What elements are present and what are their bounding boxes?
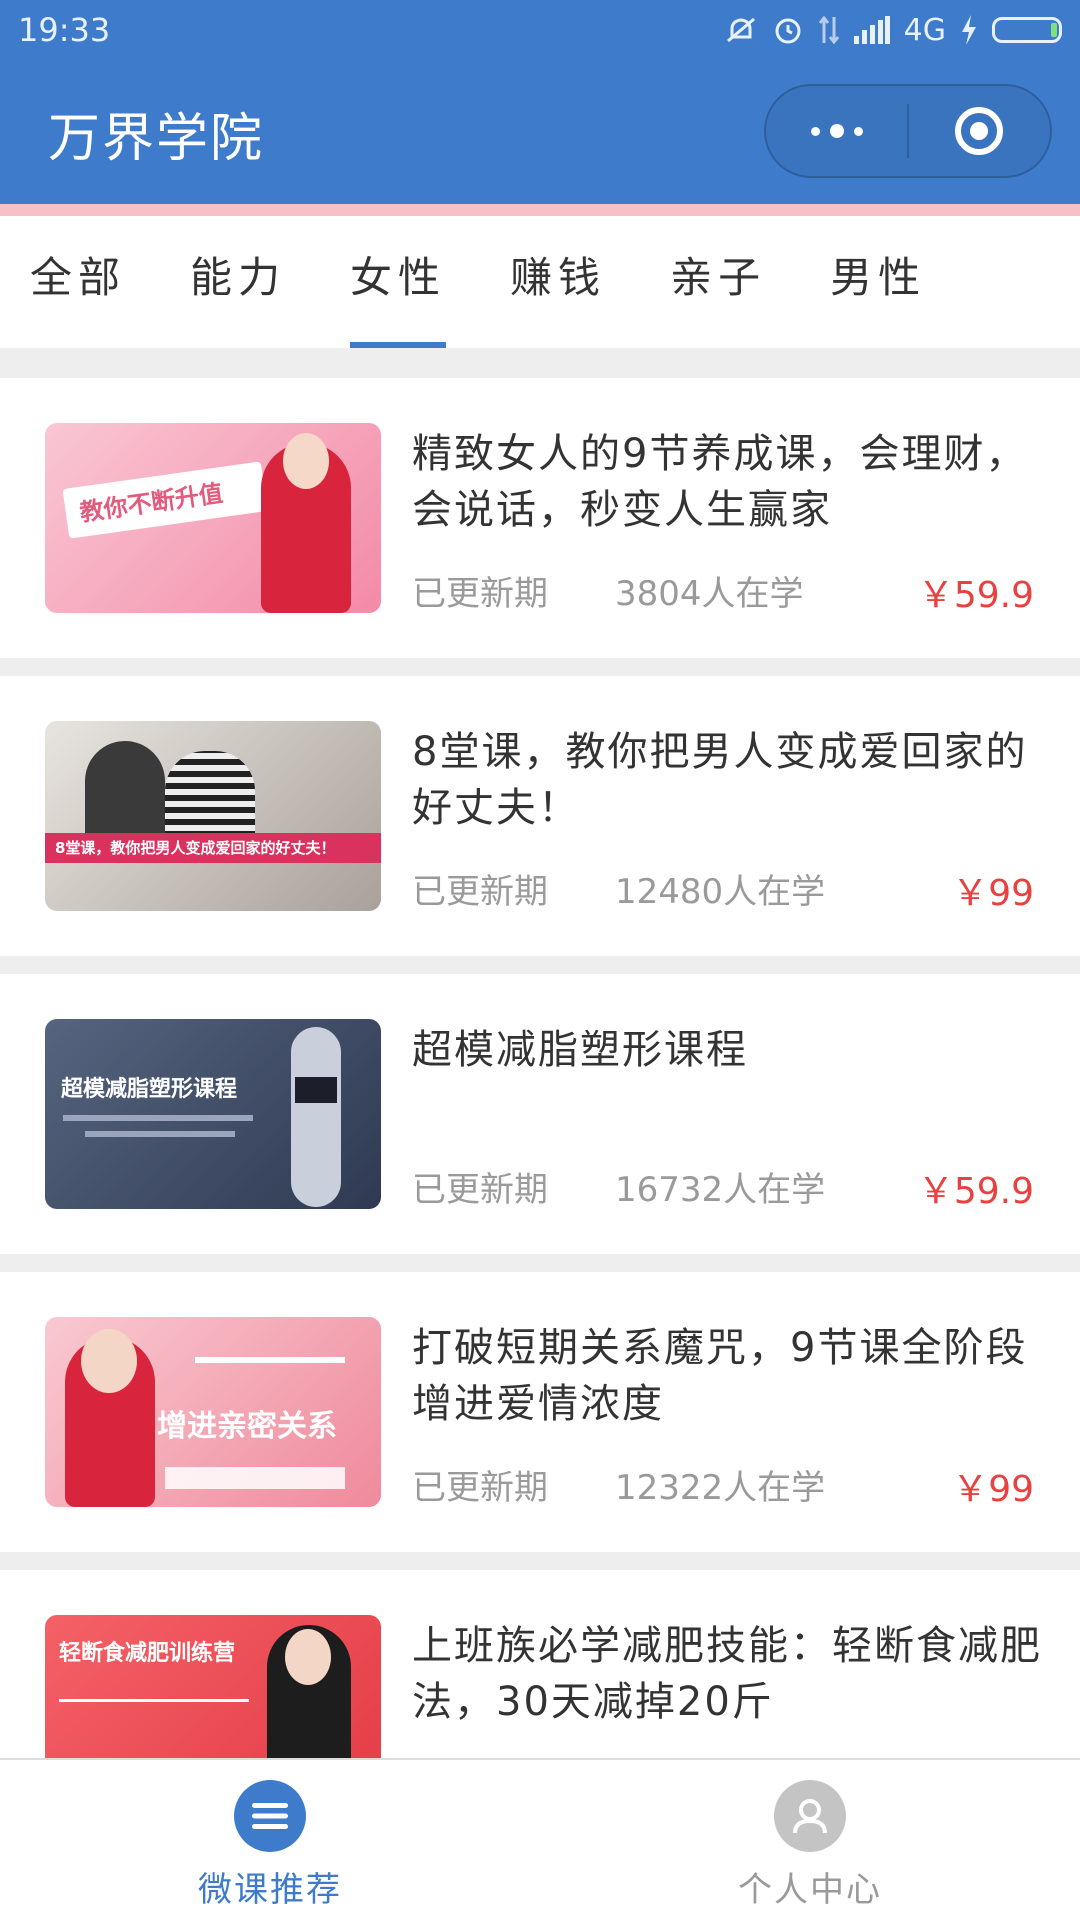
title-bar: 万界学院 bbox=[0, 60, 1080, 204]
nav-label: 微课推荐 bbox=[198, 1870, 342, 1910]
target-circle-icon bbox=[955, 107, 1004, 155]
course-list: 教你不断升值 精致女人的9节养成课，会理财，会说话，秒变人生赢家 已更新期 38… bbox=[0, 378, 1080, 1868]
app-title: 万界学院 bbox=[48, 109, 265, 169]
learner-count: 12480人在学 bbox=[615, 872, 826, 912]
learner-count: 12322人在学 bbox=[615, 1468, 826, 1508]
course-thumbnail: 8堂课，教你把男人变成爱回家的好丈夫！ bbox=[45, 721, 381, 911]
course-thumbnail: 超模减脂塑形课程 bbox=[45, 1019, 381, 1209]
update-status: 已更新期 bbox=[412, 1468, 548, 1508]
learner-count: 3804人在学 bbox=[615, 574, 804, 614]
tab-men[interactable]: 男性 bbox=[830, 216, 926, 348]
status-bar: 19:33 4G bbox=[0, 0, 1080, 60]
course-card[interactable]: 教你不断升值 精致女人的9节养成课，会理财，会说话，秒变人生赢家 已更新期 38… bbox=[0, 378, 1080, 658]
course-price: ￥99 bbox=[952, 1469, 1034, 1510]
status-time: 19:33 bbox=[18, 11, 111, 49]
status-icons: 4G bbox=[724, 13, 1062, 48]
bottom-nav: 微课推荐 个人中心 bbox=[0, 1758, 1080, 1920]
nav-profile[interactable]: 个人中心 bbox=[540, 1760, 1080, 1920]
battery-icon bbox=[992, 17, 1062, 43]
course-price: ￥59.9 bbox=[917, 575, 1034, 616]
nav-label: 个人中心 bbox=[738, 1870, 882, 1910]
course-title: 8堂课，教你把男人变成爱回家的好丈夫！ bbox=[412, 729, 1028, 831]
more-dots-icon bbox=[810, 124, 863, 138]
course-price: ￥99 bbox=[952, 873, 1034, 914]
category-tabs: 全部 能力 女性 赚钱 亲子 男性 bbox=[0, 216, 1080, 348]
course-price: ￥59.9 bbox=[917, 1171, 1034, 1212]
course-title: 超模减脂塑形课程 bbox=[412, 1027, 748, 1073]
banner-strip bbox=[0, 204, 1080, 216]
more-button[interactable] bbox=[766, 86, 907, 176]
tab-ability[interactable]: 能力 bbox=[190, 216, 286, 348]
course-title: 上班族必学减肥技能：轻断食减肥法，30天减掉20斤 bbox=[412, 1623, 1042, 1725]
course-card[interactable]: 超模减脂塑形课程 超模减脂塑形课程 已更新期 16732人在学 ￥59.9 bbox=[0, 974, 1080, 1254]
network-label: 4G bbox=[903, 12, 946, 48]
tab-parenting[interactable]: 亲子 bbox=[670, 216, 766, 348]
signal-icon bbox=[853, 16, 890, 44]
tab-all[interactable]: 全部 bbox=[30, 216, 126, 348]
course-card[interactable]: 增进亲密关系 打破短期关系魔咒，9节课全阶段增进爱情浓度 已更新期 12322人… bbox=[0, 1272, 1080, 1552]
data-arrows-icon bbox=[818, 15, 840, 45]
update-status: 已更新期 bbox=[412, 574, 548, 614]
user-avatar-icon bbox=[774, 1780, 846, 1852]
update-status: 已更新期 bbox=[412, 1170, 548, 1210]
course-title: 精致女人的9节养成课，会理财，会说话，秒变人生赢家 bbox=[412, 431, 1028, 533]
menu-lines-icon bbox=[234, 1780, 306, 1852]
course-title: 打破短期关系魔咒，9节课全阶段增进爱情浓度 bbox=[412, 1325, 1028, 1427]
charging-icon bbox=[960, 15, 978, 45]
thumb-caption: 超模减脂塑形课程 bbox=[61, 1077, 238, 1102]
tab-money[interactable]: 赚钱 bbox=[510, 216, 606, 348]
thumb-caption: 增进亲密关系 bbox=[157, 1409, 337, 1444]
mute-icon bbox=[724, 15, 758, 45]
update-status: 已更新期 bbox=[412, 872, 548, 912]
alarm-icon bbox=[772, 14, 804, 46]
learner-count: 16732人在学 bbox=[615, 1170, 826, 1210]
thumb-caption: 轻断食减肥训练营 bbox=[59, 1641, 236, 1666]
nav-courses[interactable]: 微课推荐 bbox=[0, 1760, 540, 1920]
tab-women[interactable]: 女性 bbox=[350, 216, 447, 348]
course-card[interactable]: 8堂课，教你把男人变成爱回家的好丈夫！ 8堂课，教你把男人变成爱回家的好丈夫！ … bbox=[0, 676, 1080, 956]
thumb-caption: 8堂课，教你把男人变成爱回家的好丈夫！ bbox=[55, 839, 336, 857]
mini-program-capsule bbox=[764, 84, 1052, 178]
course-thumbnail: 教你不断升值 bbox=[45, 423, 381, 613]
course-thumbnail: 增进亲密关系 bbox=[45, 1317, 381, 1507]
close-button[interactable] bbox=[909, 86, 1050, 176]
